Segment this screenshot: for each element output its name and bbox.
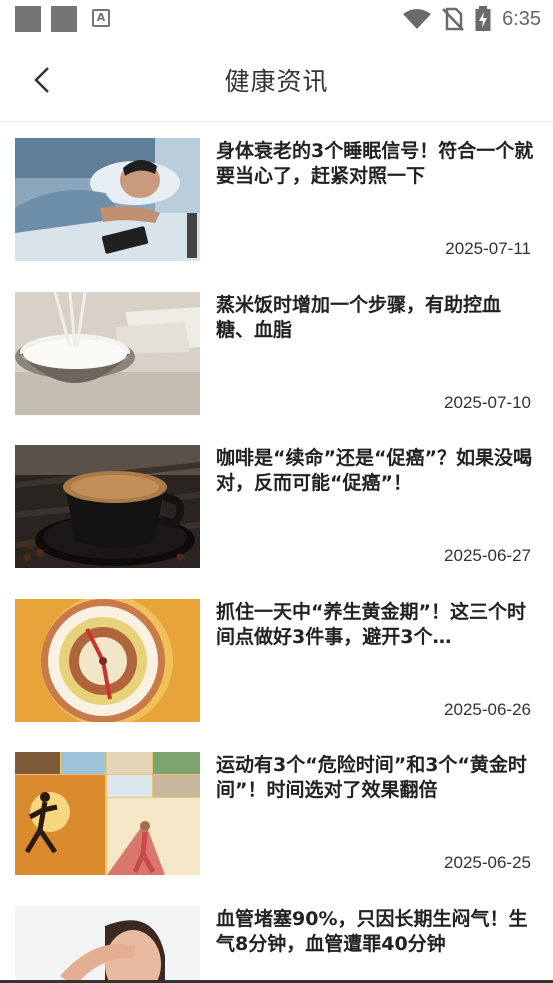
news-title: 抓住一天中“养生黄金期”！这三个时间点做好3件事，避开3个… [216, 601, 526, 648]
status-bar: A 6:35 [0, 0, 553, 40]
news-title: 血管堵塞90%，只因长期生闷气！生气8分钟，血管遭罪40分钟 [216, 908, 528, 955]
news-title: 蒸米饭时增加一个步骤，有助控血糖、血脂 [216, 294, 502, 341]
notification-square-icon [51, 6, 77, 32]
no-sim-icon [442, 7, 464, 31]
page-title: 健康资讯 [224, 67, 329, 96]
sleeping-man-photo [15, 138, 200, 261]
news-item[interactable]: 运动有3个“危险时间”和3个“黄金时间”！时间选对了效果翻倍 2025-06-2… [0, 737, 553, 877]
notification-square-icon [15, 6, 41, 32]
news-date: 2025-06-27 [444, 546, 531, 565]
running-collage-photo [15, 752, 200, 875]
news-date: 2025-07-11 [445, 239, 531, 258]
news-title: 运动有3个“危险时间”和3个“黄金时间”！时间选对了效果翻倍 [216, 754, 527, 801]
news-title: 身体衰老的3个睡眠信号！符合一个就要当心了，赶紧对照一下 [216, 140, 534, 187]
news-title: 咖啡是“续命”还是“促癌”？如果没喝对，反而可能“促癌”！ [216, 447, 532, 494]
news-date: 2025-06-25 [444, 853, 531, 872]
news-date: 2025-07-10 [444, 393, 531, 412]
news-item[interactable]: 咖啡是“续命”还是“促癌”？如果没喝对，反而可能“促癌”！ 2025-06-27 [0, 430, 553, 570]
news-item[interactable]: 蒸米饭时增加一个步骤，有助控血糖、血脂 2025-07-10 [0, 277, 553, 417]
coffee-cup-photo [15, 445, 200, 568]
status-time: 6:35 [502, 7, 541, 30]
clock-dial-photo [15, 599, 200, 722]
app-a-icon: A [92, 9, 110, 27]
news-item[interactable]: 抓住一天中“养生黄金期”！这三个时间点做好3件事，避开3个… 2025-06-2… [0, 584, 553, 724]
battery-charging-icon [475, 6, 491, 31]
news-item[interactable]: 血管堵塞90%，只因长期生闷气！生气8分钟，血管遭罪40分钟 [0, 891, 553, 983]
headache-woman-photo [15, 906, 200, 983]
news-date: 2025-06-26 [444, 700, 531, 719]
rice-bowl-photo [15, 292, 200, 415]
news-item[interactable]: 身体衰老的3个睡眠信号！符合一个就要当心了，赶紧对照一下 2025-07-11 [0, 123, 553, 263]
app-header: 健康资讯 [0, 40, 553, 122]
wifi-icon [403, 9, 432, 29]
